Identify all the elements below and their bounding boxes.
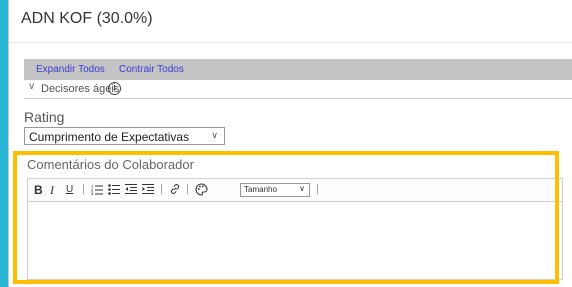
highlight-box (13, 151, 559, 284)
page-title: ADN KOF (30.0%) (21, 10, 153, 27)
rating-selected-value: Cumprimento de Expectativas (29, 130, 190, 144)
section-toggle-agile-deciders[interactable]: ∨ Decisores ágeis i (24, 80, 572, 99)
rating-label: Rating (24, 109, 65, 125)
info-icon[interactable]: i (108, 82, 121, 95)
expand-collapse-bar: Expandir Todos Contrair Todos (24, 59, 572, 80)
collapse-all-link[interactable]: Contrair Todos (119, 64, 184, 75)
rating-dropdown[interactable]: Cumprimento de Expectativas ∨ (24, 127, 225, 145)
chevron-down-icon: ∨ (211, 130, 218, 140)
title-divider (9, 42, 572, 43)
expand-all-link[interactable]: Expandir Todos (36, 64, 105, 75)
chevron-down-icon: ∨ (28, 81, 36, 92)
